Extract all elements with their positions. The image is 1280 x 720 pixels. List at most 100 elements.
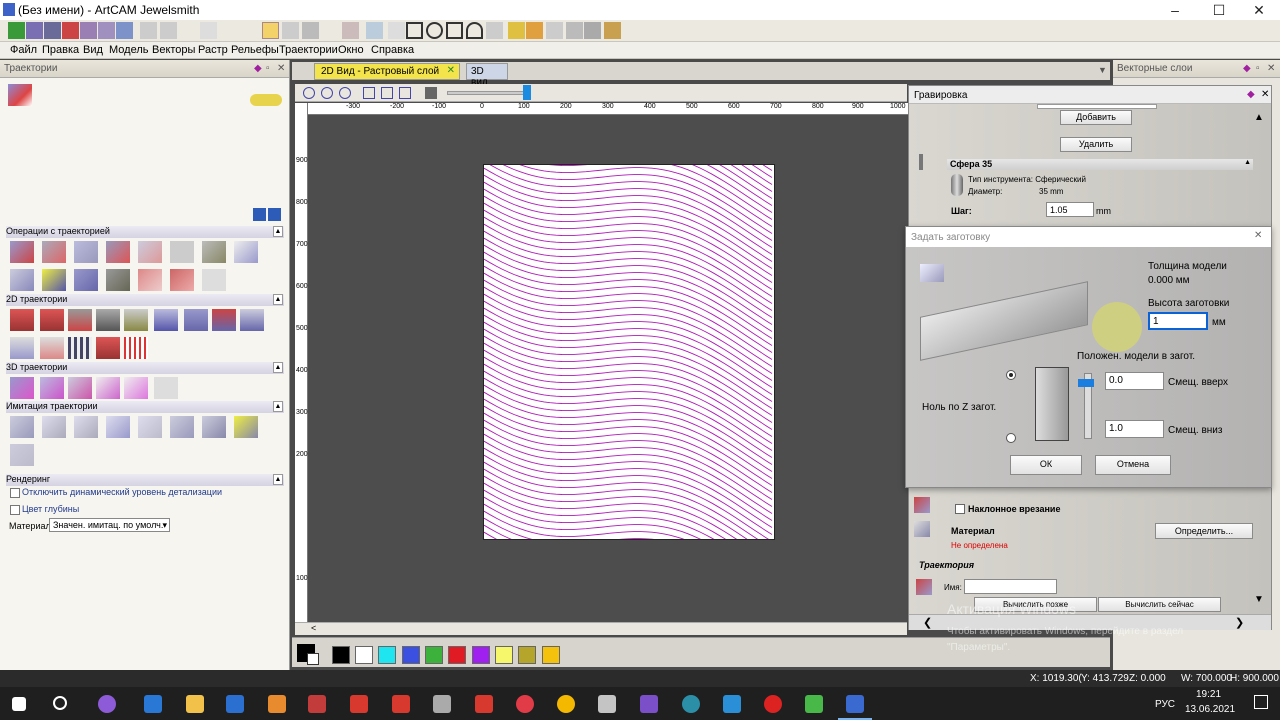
menu-toolpaths[interactable]: Траектории <box>279 44 338 56</box>
menu-bitmap[interactable]: Растр <box>198 44 228 56</box>
redo-icon[interactable] <box>160 22 177 39</box>
color-swatch-gold[interactable] <box>542 646 560 664</box>
app-a-icon[interactable] <box>682 695 700 713</box>
toolpath-op-icon[interactable] <box>106 241 130 263</box>
tool-icon[interactable] <box>566 22 583 39</box>
ok-button[interactable]: ОК <box>1010 455 1082 475</box>
collapse-icon[interactable]: ▲ <box>273 362 283 373</box>
menu-file[interactable]: Файл <box>10 44 37 56</box>
notifications-icon[interactable] <box>1254 695 1268 709</box>
app-red-icon[interactable] <box>392 695 410 713</box>
panel-close-icon[interactable]: ✕ <box>277 63 285 74</box>
toolpath-name-input[interactable] <box>964 579 1057 594</box>
app-g-icon[interactable] <box>268 695 286 713</box>
calendar-icon[interactable] <box>350 695 368 713</box>
maximize-button[interactable]: ☐ <box>1204 2 1234 19</box>
paste-icon[interactable] <box>116 22 133 39</box>
offset-up-input[interactable]: 0.0 <box>1105 372 1164 390</box>
collapse-up-icon[interactable] <box>253 208 266 221</box>
drill-icon[interactable] <box>68 309 92 331</box>
circle-icon[interactable] <box>426 22 443 39</box>
toolpath-op-icon[interactable] <box>74 241 98 263</box>
media-player-icon[interactable] <box>226 695 244 713</box>
save-icon[interactable] <box>44 22 61 39</box>
collapse-icon[interactable]: ▲ <box>273 294 283 305</box>
rectangle-icon[interactable] <box>406 22 423 39</box>
star-icon[interactable] <box>486 22 503 39</box>
undo-icon[interactable] <box>140 22 157 39</box>
collapse-down-icon[interactable] <box>268 208 281 221</box>
model-canvas[interactable] <box>483 164 775 540</box>
panel-close-icon[interactable]: ✕ <box>1261 89 1269 100</box>
start-icon[interactable] <box>12 697 26 711</box>
select-arrow-icon[interactable] <box>262 22 279 39</box>
toolpath-2d-icon[interactable] <box>96 337 120 359</box>
relief-icon[interactable] <box>508 22 525 39</box>
color-swatch-black[interactable] <box>332 646 350 664</box>
app-ring-icon[interactable] <box>516 695 534 713</box>
section-ops[interactable]: Операции с траекторией ▲ <box>6 226 284 238</box>
new-file-icon[interactable] <box>8 22 25 39</box>
app-purple-icon[interactable] <box>640 695 658 713</box>
dock-icon[interactable]: ▫ <box>266 63 270 74</box>
toolpath-2d-icon[interactable] <box>10 337 34 359</box>
slider-handle[interactable] <box>523 85 531 100</box>
close-button[interactable]: ✕ <box>1244 2 1274 19</box>
3d-options-icon[interactable] <box>154 377 178 399</box>
toolpath-op-icon[interactable] <box>202 269 226 291</box>
simulate-icon[interactable] <box>138 416 162 438</box>
tool-list[interactable] <box>1037 104 1157 109</box>
secondary-color-swatch[interactable] <box>307 653 319 665</box>
simulate-icon[interactable] <box>10 444 34 466</box>
machine-relief-icon[interactable] <box>10 377 34 399</box>
delete-tool-button[interactable]: Удалить <box>1060 137 1132 152</box>
print-icon[interactable] <box>584 22 601 39</box>
simulate-icon[interactable] <box>42 416 66 438</box>
material-select[interactable]: Значен. имитац. по умолч. ▾ <box>49 518 170 532</box>
polygon-icon[interactable] <box>446 22 463 39</box>
tool-name-bar[interactable]: Сфера 35 ▲ <box>947 159 1253 170</box>
pocket-icon[interactable] <box>40 309 64 331</box>
contrast-icon[interactable] <box>425 87 437 99</box>
transform-icon[interactable] <box>302 22 319 39</box>
minimize-button[interactable]: – <box>1160 2 1190 18</box>
record-icon[interactable] <box>764 695 782 713</box>
toolpath-op-icon[interactable] <box>10 269 34 291</box>
tab-scroll-icon[interactable]: ▼ <box>1098 65 1107 75</box>
color-swatch-blue[interactable] <box>402 646 420 664</box>
zoom-region-icon[interactable] <box>366 22 383 39</box>
toolpath-op-icon[interactable] <box>170 269 194 291</box>
toolpath-op-icon[interactable] <box>202 241 226 263</box>
color-swatch-purple[interactable] <box>472 646 490 664</box>
dynamic-lod-checkbox[interactable] <box>10 488 20 498</box>
menu-vectors[interactable]: Векторы <box>152 44 195 56</box>
toolpath-op-icon[interactable] <box>234 241 258 263</box>
depth-color-checkbox[interactable] <box>10 505 20 515</box>
zoom-all-icon[interactable] <box>399 87 411 99</box>
search-icon[interactable] <box>53 696 67 710</box>
zoom-out-icon[interactable] <box>321 87 333 99</box>
fluting-icon[interactable] <box>154 309 178 331</box>
section-3d-toolpaths[interactable]: 3D траектории ▲ <box>6 362 284 374</box>
collapse-icon[interactable]: ▲ <box>273 401 283 412</box>
menu-reliefs[interactable]: Рельефы <box>231 44 279 56</box>
color-swatch-red[interactable] <box>448 646 466 664</box>
arc-icon[interactable] <box>466 22 483 39</box>
define-material-button[interactable]: Определить... <box>1155 523 1253 539</box>
app-wave-icon[interactable] <box>723 695 741 713</box>
layers-icon[interactable] <box>80 22 97 39</box>
cancel-button[interactable]: Отмена <box>1095 455 1171 475</box>
vbit-icon[interactable] <box>96 309 120 331</box>
collapse-icon[interactable]: ▲ <box>273 474 283 485</box>
copy-icon[interactable] <box>98 22 115 39</box>
menu-view[interactable]: Вид <box>83 44 103 56</box>
simulate-icon[interactable] <box>202 416 226 438</box>
measure-icon[interactable] <box>342 22 359 39</box>
section-2d-toolpaths[interactable]: 2D траектории ▲ <box>6 294 284 306</box>
delete-icon[interactable] <box>62 22 79 39</box>
camera-icon[interactable] <box>598 695 616 713</box>
machine-vectors-icon[interactable] <box>184 309 208 331</box>
paint-icon[interactable] <box>433 695 451 713</box>
node-edit-icon[interactable] <box>282 22 299 39</box>
brightness-slider[interactable] <box>447 91 525 95</box>
